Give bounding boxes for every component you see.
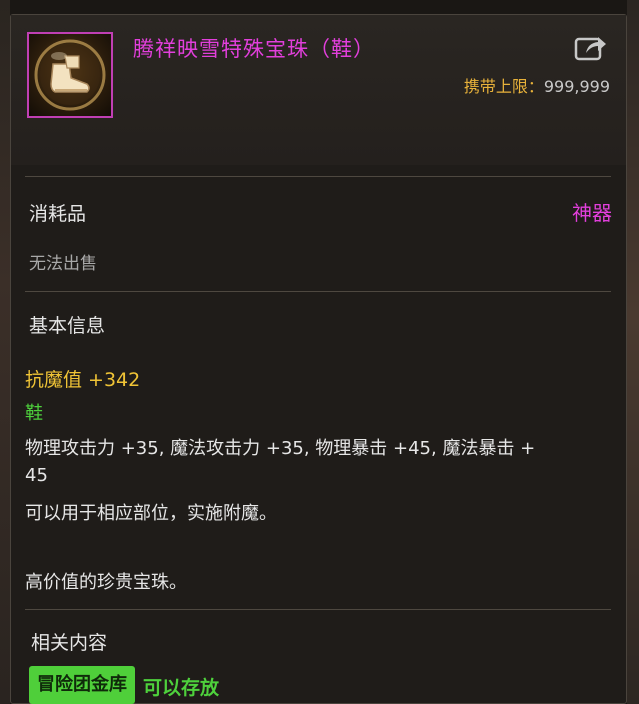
magic-resist-value: 抗魔值 +342 (25, 369, 141, 391)
related-content-title: 相关内容 (31, 632, 108, 654)
divider (25, 176, 611, 177)
share-icon[interactable] (574, 33, 608, 63)
flavor-description: 高价值的珍贵宝珠。 (25, 572, 187, 593)
usage-description: 可以用于相应部位，实施附魔。 (25, 503, 277, 524)
stats-line-continued: 45 (25, 465, 48, 486)
tooltip-header: 腾祥映雪特殊宝珠（鞋） 携带上限：999,999 (11, 15, 626, 165)
stats-line: 物理攻击力 +35, 魔法攻击力 +35, 物理暴击 +45, 魔法暴击 + (25, 438, 536, 459)
carry-limit-label: 携带上限： (463, 77, 544, 96)
basic-info-title: 基本信息 (29, 315, 106, 337)
item-rarity: 神器 (572, 201, 612, 225)
divider (25, 609, 611, 610)
item-type: 消耗品 (29, 203, 87, 225)
item-name: 腾祥映雪特殊宝珠（鞋） (133, 37, 375, 61)
item-tooltip-panel: 腾祥映雪特殊宝珠（鞋） 携带上限：999,999 消耗品 神器 无法出售 基本信… (10, 14, 627, 704)
carry-limit-value: 999,999 (543, 77, 610, 96)
background-left (0, 0, 10, 704)
storable-status: 可以存放 (143, 677, 220, 699)
boot-orb-icon (27, 32, 113, 118)
adventure-vault-tag: 冒险团金库 (29, 666, 135, 704)
background-right (627, 0, 639, 704)
divider (25, 291, 611, 292)
equip-slot: 鞋 (25, 403, 43, 424)
carry-limit: 携带上限：999,999 (464, 73, 610, 97)
sell-status: 无法出售 (29, 254, 97, 274)
